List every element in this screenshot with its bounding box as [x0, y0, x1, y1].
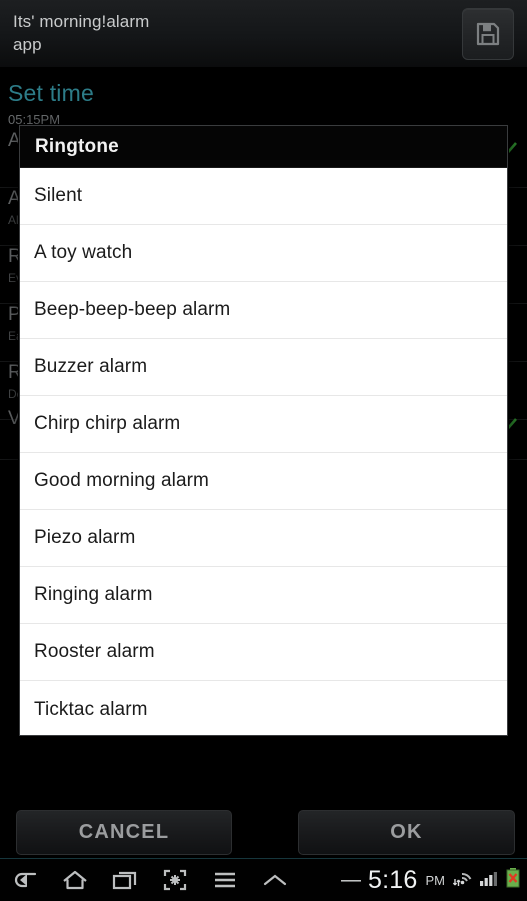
cellular-signal-icon — [479, 869, 499, 892]
battery-error-icon — [505, 867, 521, 894]
recent-apps-icon[interactable] — [100, 859, 150, 901]
list-item-label: Silent — [34, 185, 83, 206]
list-item[interactable]: Buzzer alarm — [20, 339, 507, 396]
list-item-label: Piezo alarm — [34, 527, 136, 548]
page-title: Set time — [8, 80, 94, 106]
list-item-label: Good morning alarm — [34, 470, 209, 491]
list-item[interactable]: Silent — [20, 168, 507, 225]
chevron-up-icon[interactable] — [250, 859, 300, 901]
list-item[interactable]: A toy watch — [20, 225, 507, 282]
list-item-label: Beep-beep-beep alarm — [34, 299, 231, 320]
ringtone-list[interactable]: Silent A toy watch Beep-beep-beep alarm … — [20, 168, 507, 735]
list-item-label: Ringing alarm — [34, 584, 153, 605]
app-title: Its' morning!alarm app — [13, 12, 150, 54]
wifi-signal-icon — [451, 868, 473, 893]
list-item-label: Buzzer alarm — [34, 356, 148, 377]
clock-time: 5:16 — [368, 865, 418, 894]
clock-ampm: PM — [425, 872, 446, 888]
list-item-label: Rooster alarm — [34, 641, 155, 662]
back-icon[interactable] — [0, 859, 50, 901]
system-navigation-bar: — 5:16 PM — [0, 858, 527, 900]
menu-icon[interactable] — [200, 859, 250, 901]
list-item-label: Chirp chirp alarm — [34, 413, 181, 434]
list-item-label: Ticktac alarm — [34, 698, 148, 720]
list-item[interactable]: Good morning alarm — [20, 453, 507, 510]
list-item-label: A toy watch — [34, 242, 133, 263]
screenshot-capture-icon[interactable] — [150, 859, 200, 901]
list-item[interactable]: Chirp chirp alarm — [20, 396, 507, 453]
dialog-title: Ringtone — [35, 135, 119, 157]
dialog-header: Ringtone — [20, 126, 507, 168]
list-item[interactable]: Beep-beep-beep alarm — [20, 282, 507, 339]
ringtone-dialog: Ringtone Silent A toy watch Beep-beep-be… — [19, 125, 508, 736]
list-item[interactable]: Ringing alarm — [20, 567, 507, 624]
status-area: — 5:16 PM — [341, 859, 521, 901]
list-item[interactable]: Rooster alarm — [20, 624, 507, 681]
list-item[interactable]: Ticktac alarm — [20, 681, 507, 735]
status-dash: — — [341, 869, 362, 891]
app-title-bar: Its' morning!alarm app — [0, 0, 527, 68]
floppy-disk-save-icon — [475, 21, 501, 47]
dialog-action-bar: CANCEL OK — [0, 808, 527, 858]
cancel-button[interactable]: CANCEL — [16, 810, 232, 855]
list-item[interactable]: Piezo alarm — [20, 510, 507, 567]
ok-button[interactable]: OK — [298, 810, 515, 855]
save-button[interactable] — [462, 8, 514, 60]
home-icon[interactable] — [50, 859, 100, 901]
